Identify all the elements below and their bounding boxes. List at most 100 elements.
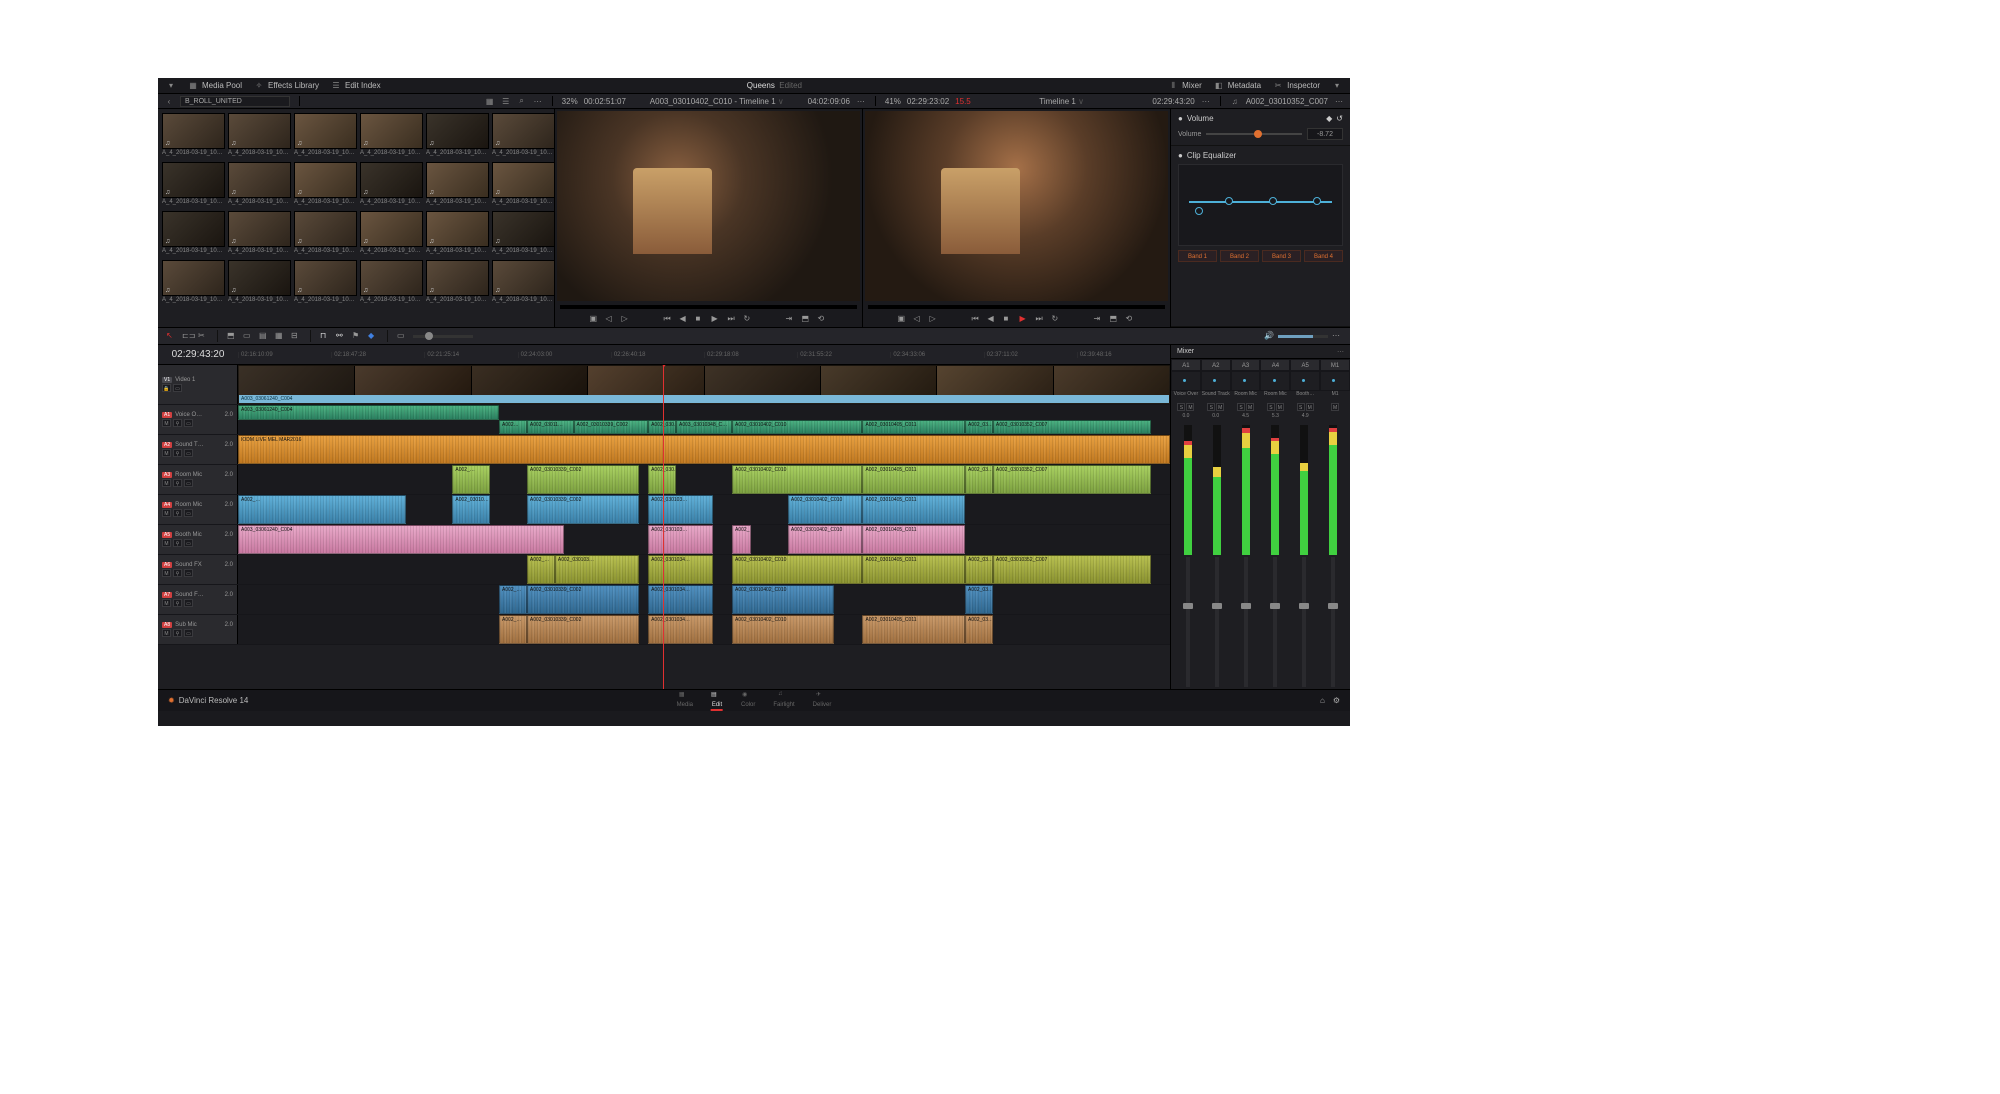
page-edit[interactable]: ▤Edit	[711, 691, 723, 711]
audio-clip[interactable]: A002_03011…	[527, 420, 574, 435]
media-thumbnail[interactable]: A_4_2018-03-19_1006…	[426, 113, 489, 159]
expand-icon[interactable]: ▾	[1332, 81, 1342, 91]
audio-clip[interactable]: A002_03010352_C007	[993, 420, 1151, 435]
audio-clip[interactable]: A002_03010402_C010	[732, 585, 835, 614]
media-thumbnail[interactable]: A_4_2018-03-19_1029…	[426, 211, 489, 257]
mute-button[interactable]: M	[162, 569, 171, 577]
append-clip-icon[interactable]: ⊟	[291, 331, 301, 341]
mixer-tab[interactable]: M1	[1320, 359, 1350, 371]
mute-button[interactable]: M	[162, 629, 171, 637]
media-thumbnail[interactable]: A_4_2018-03-19_1002…	[228, 113, 291, 159]
solo-button[interactable]: S	[1297, 403, 1305, 411]
mixer-tab[interactable]: A3	[1231, 359, 1261, 371]
audio-clip[interactable]: A002_03010…	[452, 495, 489, 524]
audio-clip[interactable]: A002_…	[452, 465, 489, 494]
settings-icon[interactable]: ⚙	[1333, 696, 1340, 705]
track-header-a2[interactable]: A2Sound T…2.0M⚲▭	[158, 435, 238, 464]
audio-clip[interactable]: A002_03010339_C002	[527, 585, 639, 614]
page-fairlight[interactable]: ♫Fairlight	[773, 691, 794, 711]
timeline-view-icon[interactable]: ▭	[397, 331, 407, 341]
media-thumbnail[interactable]: A_4_2018-03-19_1005…	[360, 113, 423, 159]
zoom-slider[interactable]	[413, 335, 473, 338]
media-thumbnail[interactable]: A_4_2018-03-19_1011…	[162, 162, 225, 208]
mute-button[interactable]: M	[1216, 403, 1224, 411]
track-header-a1[interactable]: A1Voice O…2.0M⚲▭	[158, 405, 238, 434]
audio-clip[interactable]: A002_03010402_C010	[788, 525, 863, 554]
lock-icon[interactable]: ▭	[184, 419, 193, 427]
audio-clip[interactable]: A002_0301034…	[648, 585, 713, 614]
replace-icon[interactable]: ⟲	[818, 314, 828, 324]
media-thumbnail[interactable]: A_4_2018-03-19_1009…	[492, 113, 555, 159]
pan-control[interactable]	[1231, 371, 1261, 391]
more-icon[interactable]: ⋯	[1332, 331, 1342, 341]
eq-band-button[interactable]: Band 2	[1220, 250, 1259, 262]
more-icon[interactable]: ⋯	[856, 96, 866, 106]
overwrite-clip-icon[interactable]: ▭	[243, 331, 253, 341]
solo-button[interactable]: ⚲	[173, 599, 182, 607]
audio-clip[interactable]: A002_030103…	[555, 555, 639, 584]
audio-clip[interactable]: A002_0301034…	[648, 555, 713, 584]
audio-clip[interactable]: A002_030103…	[648, 495, 713, 524]
audio-clip[interactable]: A002_03010339_C002	[527, 615, 639, 644]
playhead[interactable]	[663, 365, 664, 689]
volume-value[interactable]: -8.72	[1307, 128, 1343, 140]
audio-clip[interactable]: A002_03010339_C002	[574, 420, 649, 435]
stop-icon[interactable]: ■	[696, 314, 706, 324]
track-header-a7[interactable]: A7Sound F…2.0M⚲▭	[158, 585, 238, 614]
audio-clip[interactable]: A002_03010402_C010	[788, 495, 863, 524]
audio-clip[interactable]: A002_03010405_C011	[862, 615, 965, 644]
solo-button[interactable]: ⚲	[173, 479, 182, 487]
fader[interactable]: .fader::after{top:32%}	[1302, 557, 1306, 687]
stop-icon[interactable]: ■	[1004, 314, 1014, 324]
link-icon[interactable]: ⚯	[336, 331, 346, 341]
audio-clip[interactable]: A002_03…	[965, 615, 993, 644]
eq-band-button[interactable]: Band 1	[1178, 250, 1217, 262]
trim-tool-icon[interactable]: ⊏⊐	[182, 331, 192, 341]
mixer-tab[interactable]: A5	[1290, 359, 1320, 371]
fader[interactable]: .fader::after{top:35%}	[1331, 557, 1335, 687]
audio-clip[interactable]: A002_0301034…	[648, 615, 713, 644]
audio-clip[interactable]: A002_03010352_C007	[993, 555, 1151, 584]
mixer-tab[interactable]: A1	[1171, 359, 1201, 371]
page-deliver[interactable]: ✈Deliver	[813, 691, 832, 711]
snap-icon[interactable]: ⊓	[320, 331, 330, 341]
source-clip-name[interactable]: A003_03010402_C010 - Timeline 1	[650, 97, 776, 106]
insert-icon[interactable]: ⇥	[1094, 314, 1104, 324]
fader[interactable]: .fader::after{top:26%}	[1244, 557, 1248, 687]
audio-clip[interactable]: A002_03…	[965, 585, 993, 614]
mark-in-icon[interactable]: ◁	[606, 314, 616, 324]
search-icon[interactable]: ⌕	[517, 96, 527, 106]
audio-clip[interactable]: A002_03010405_C011	[862, 555, 965, 584]
media-thumbnail[interactable]: A_4_2018-03-19_1039…	[426, 260, 489, 306]
flag-icon[interactable]: ⚑	[352, 331, 362, 341]
mute-button[interactable]: M	[1186, 403, 1194, 411]
solo-button[interactable]: S	[1237, 403, 1245, 411]
solo-button[interactable]: S	[1177, 403, 1185, 411]
fader[interactable]: .fader::after{top:29%}	[1273, 557, 1277, 687]
audio-clip[interactable]: A002_…	[527, 555, 555, 584]
pan-control[interactable]	[1290, 371, 1320, 391]
first-frame-icon[interactable]: ⏮	[664, 314, 674, 324]
match-frame-icon[interactable]: ▣	[590, 314, 600, 324]
pan-control[interactable]	[1320, 371, 1350, 391]
audio-clip[interactable]: A002_03…	[965, 555, 993, 584]
media-thumbnail[interactable]: A_4_2018-03-19_1035…	[228, 260, 291, 306]
mute-button[interactable]: M	[162, 509, 171, 517]
insert-icon[interactable]: ⇥	[786, 314, 796, 324]
more-icon[interactable]: ⋯	[533, 96, 543, 106]
mute-button[interactable]: M	[162, 419, 171, 427]
mixer-tab[interactable]: A4	[1260, 359, 1290, 371]
metadata-toggle[interactable]: ◧Metadata	[1214, 81, 1261, 91]
toggle-icon[interactable]: ●	[1178, 151, 1183, 160]
edit-index-toggle[interactable]: ☰Edit Index	[331, 81, 381, 91]
first-frame-icon[interactable]: ⏮	[972, 314, 982, 324]
solo-button[interactable]: ⚲	[173, 569, 182, 577]
audio-clip[interactable]: A003_03061240_C004	[238, 525, 564, 554]
inspector-toggle[interactable]: ✂Inspector	[1273, 81, 1320, 91]
mute-button[interactable]: M	[1246, 403, 1254, 411]
play-icon[interactable]: ▶	[712, 314, 722, 324]
audio-clip[interactable]: A002_03010405_C011	[862, 420, 965, 435]
timeline-name[interactable]: Timeline 1	[1039, 97, 1076, 106]
home-icon[interactable]: ⌂	[1320, 696, 1325, 705]
speaker-icon[interactable]: 🔊	[1264, 331, 1274, 341]
